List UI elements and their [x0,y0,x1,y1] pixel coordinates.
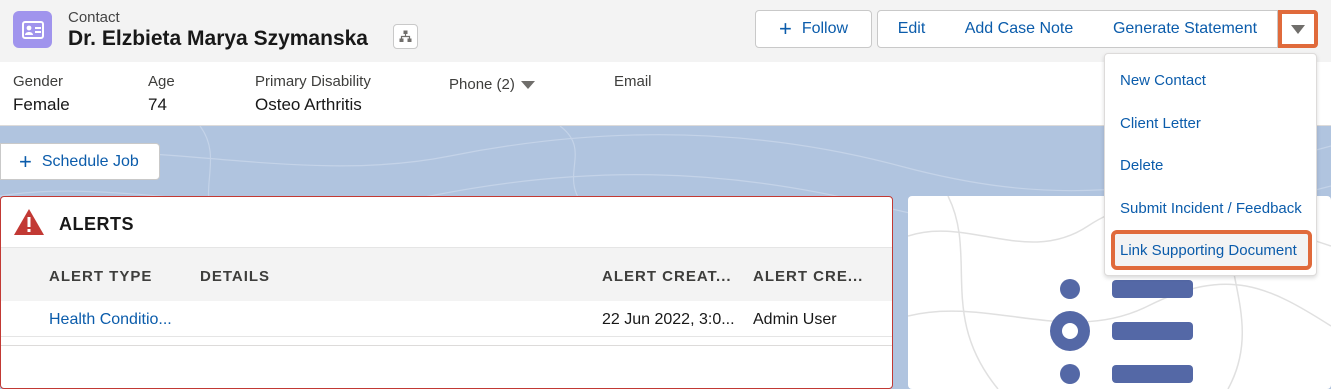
field-value: Osteo Arthritis [255,95,362,114]
edit-button[interactable]: Edit [877,10,946,48]
generate-statement-button[interactable]: Generate Statement [1093,10,1278,48]
field-email: Email [614,73,652,90]
field-value: 74 [148,95,167,114]
alerts-title: ALERTS [59,214,134,234]
alerts-card: ALERTS ALERT TYPE DETAILS ALERT CREAT...… [0,196,893,389]
follow-button[interactable]: + Follow [755,10,872,48]
more-actions-button[interactable] [1278,10,1318,48]
field-label: Primary Disability [255,73,371,90]
menu-item-client-letter[interactable]: Client Letter [1120,115,1201,132]
column-header[interactable]: ALERT CREAT... [602,268,732,285]
hierarchy-icon [399,30,412,42]
schedule-job-button[interactable]: + Schedule Job [0,143,160,180]
field-label: Age [148,73,175,90]
contact-card-icon [13,11,52,48]
warning-icon [14,209,44,235]
object-type-label: Contact [68,9,120,26]
plus-icon: + [778,16,792,41]
field-label: Phone (2) [449,76,515,93]
hierarchy-button[interactable] [393,24,418,49]
menu-item-link-supporting-document[interactable]: Link Supporting Document [1120,242,1297,259]
plus-icon: + [19,148,32,174]
alerts-header: ALERTS [1,197,892,247]
field-value: Female [13,95,70,114]
alert-created-by: Admin User [753,311,837,328]
column-header[interactable]: ALERT TYPE [49,268,152,285]
column-header[interactable]: ALERT CRE... [753,268,863,285]
table-header: ALERT TYPE DETAILS ALERT CREAT... ALERT … [1,247,892,301]
table-row: Health Conditio... 22 Jun 2022, 3:0... A… [1,301,892,337]
page-title: Dr. Elzbieta Marya Szymanska [68,27,368,50]
field-primary-disability: Primary Disability Osteo Arthritis [255,73,371,115]
menu-item-delete[interactable]: Delete [1120,157,1163,174]
follow-label: Follow [801,20,849,37]
table-divider [1,345,892,346]
menu-item-new-contact[interactable]: New Contact [1120,72,1206,89]
phone-dropdown[interactable]: Phone (2) [449,76,535,93]
schedule-job-label: Schedule Job [41,152,139,170]
menu-item-submit-incident[interactable]: Submit Incident / Feedback [1120,200,1302,217]
field-label: Gender [13,73,64,90]
chevron-down-icon [520,80,535,89]
more-actions-menu: New Contact Client Letter Delete Submit … [1104,53,1317,276]
field-phone[interactable]: Phone (2) [449,76,535,93]
field-label: Email [614,73,652,90]
alert-created-date: 22 Jun 2022, 3:0... [602,311,735,328]
alert-type-link[interactable]: Health Conditio... [49,311,172,329]
field-age: Age 74 [148,73,175,115]
column-header[interactable]: DETAILS [200,268,270,285]
chevron-down-icon [1291,24,1305,34]
field-gender: Gender Female [13,73,70,115]
add-case-note-button[interactable]: Add Case Note [945,10,1094,48]
